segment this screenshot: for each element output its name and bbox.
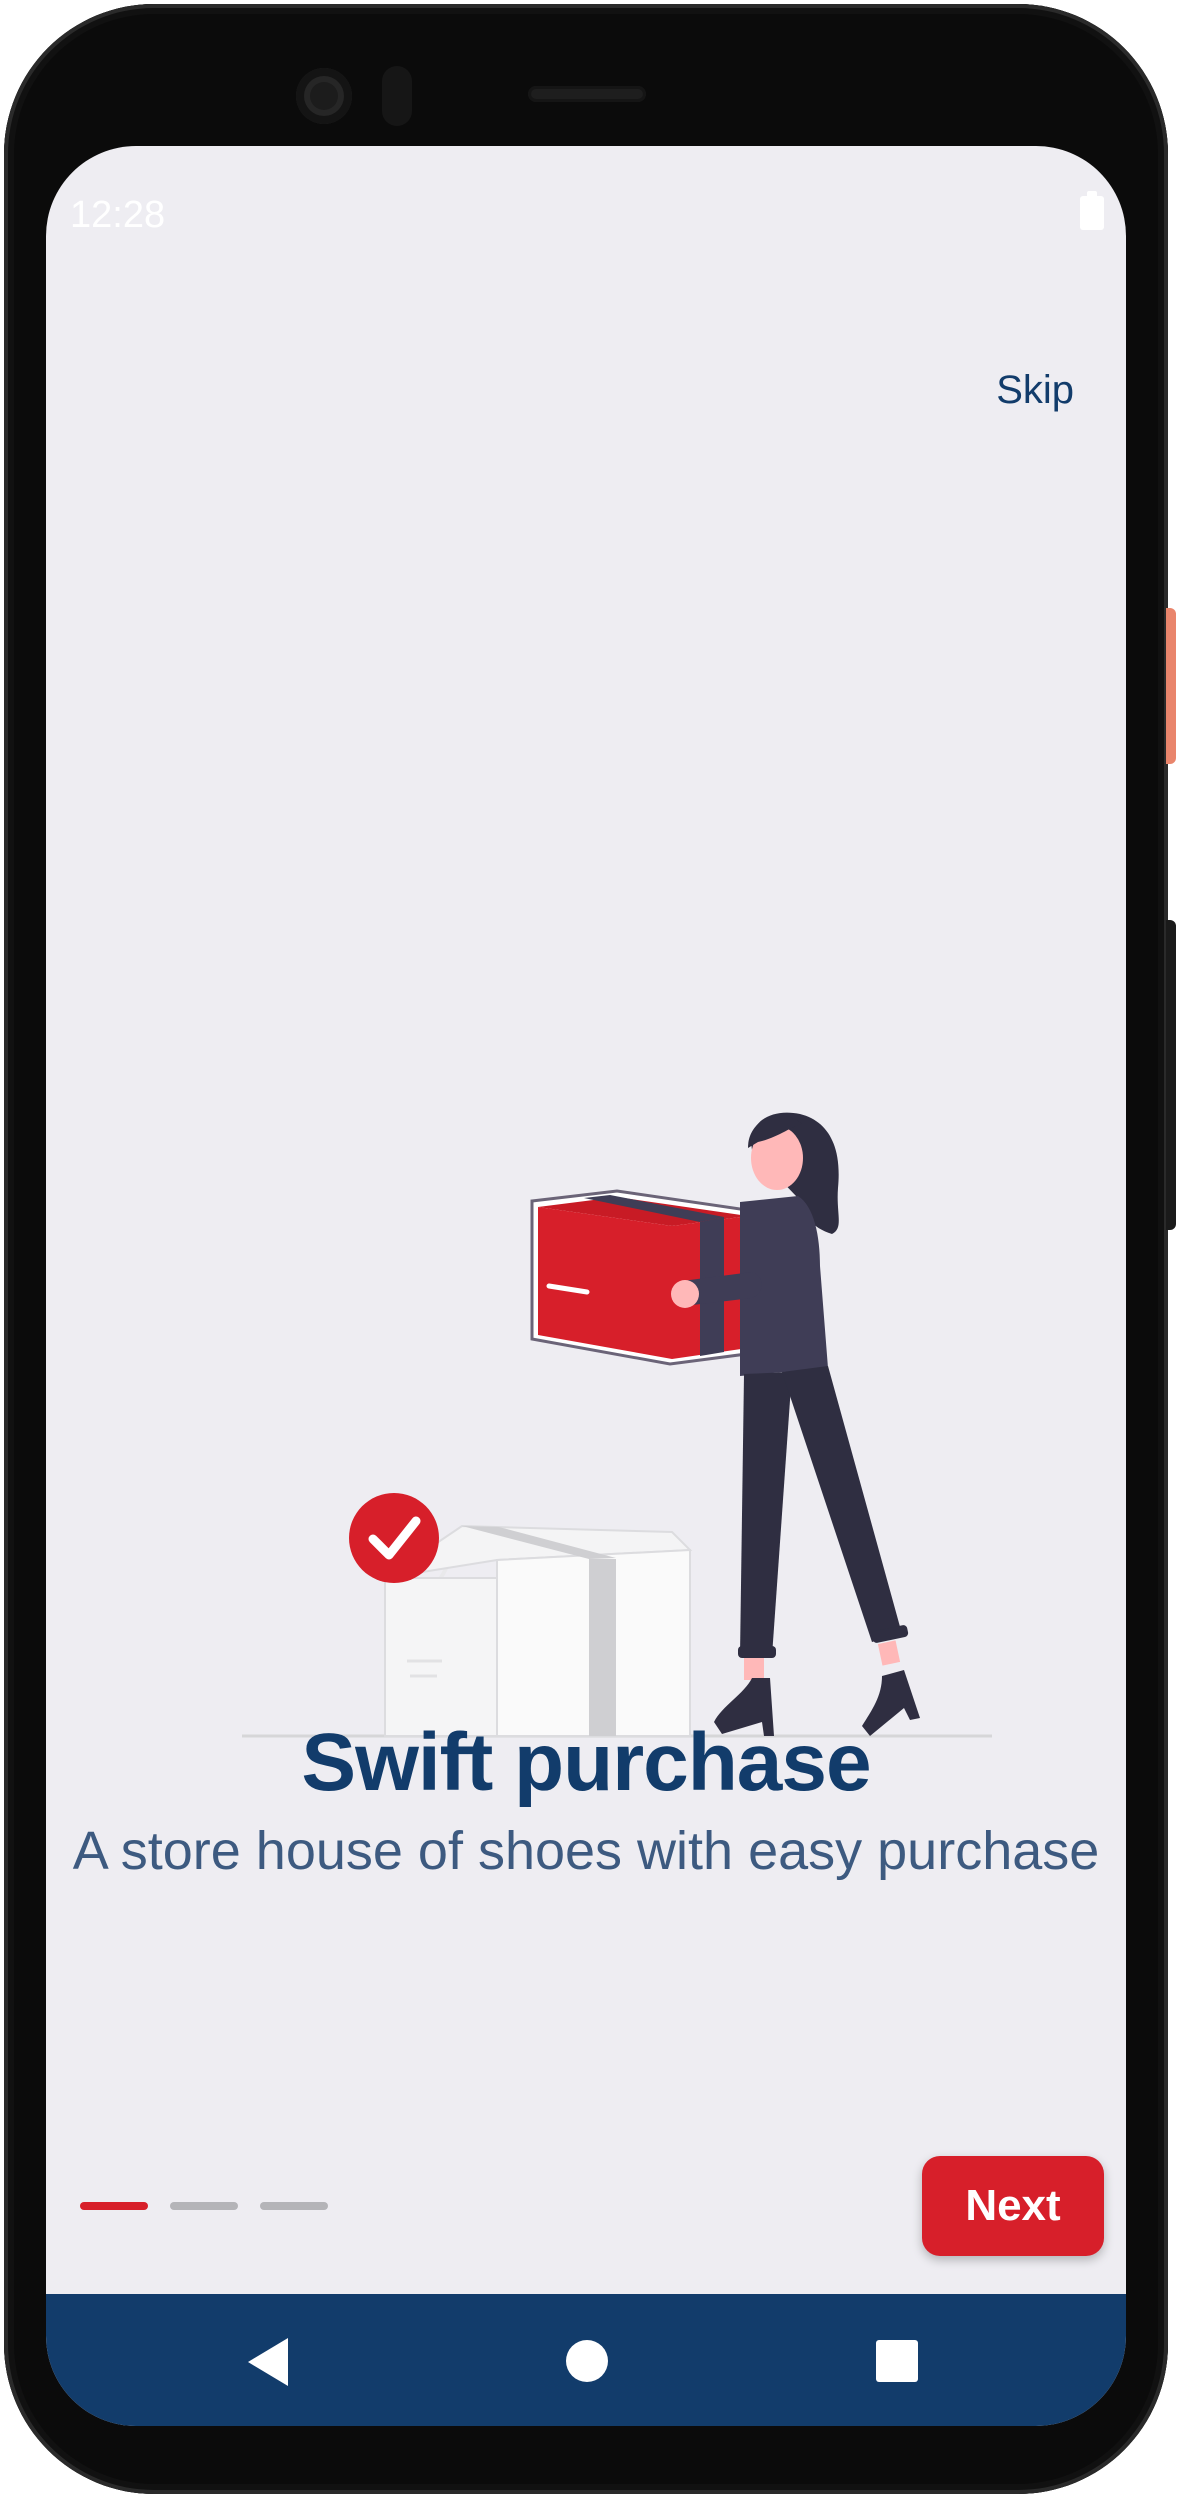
- page-indicator-dot: [170, 2202, 238, 2210]
- earpiece-speaker: [528, 86, 646, 102]
- woman-carrying-box-illustration: [242, 1112, 992, 1738]
- onboarding-subtitle: A store house of shoes with easy purchas…: [72, 1821, 1100, 1881]
- front-camera: [296, 68, 352, 124]
- page-indicator-dot-active: [80, 2202, 148, 2210]
- recents-square-icon[interactable]: [876, 2340, 918, 2382]
- page-indicator-dot: [260, 2202, 328, 2210]
- power-button: [1166, 608, 1176, 764]
- phone-frame: 12:28 Skip Swift purchase A store house …: [0, 0, 1178, 2498]
- volume-button: [1166, 920, 1176, 1230]
- system-nav-bar: [46, 2294, 1126, 2426]
- onboarding-screen: 12:28 Skip Swift purchase A store house …: [46, 146, 1126, 2426]
- skip-button[interactable]: Skip: [996, 368, 1074, 413]
- check-badge-icon: [349, 1493, 439, 1583]
- page-indicator: [80, 2202, 328, 2212]
- back-triangle-icon[interactable]: [248, 2338, 288, 2386]
- next-button[interactable]: Next: [922, 2156, 1104, 2256]
- battery-icon: [1080, 191, 1104, 230]
- status-time: 12:28: [70, 194, 166, 236]
- home-circle-icon[interactable]: [566, 2340, 608, 2382]
- onboarding-title: Swift purchase: [301, 1717, 871, 1808]
- status-bar: 12:28: [46, 146, 1126, 236]
- proximity-sensor: [382, 66, 412, 126]
